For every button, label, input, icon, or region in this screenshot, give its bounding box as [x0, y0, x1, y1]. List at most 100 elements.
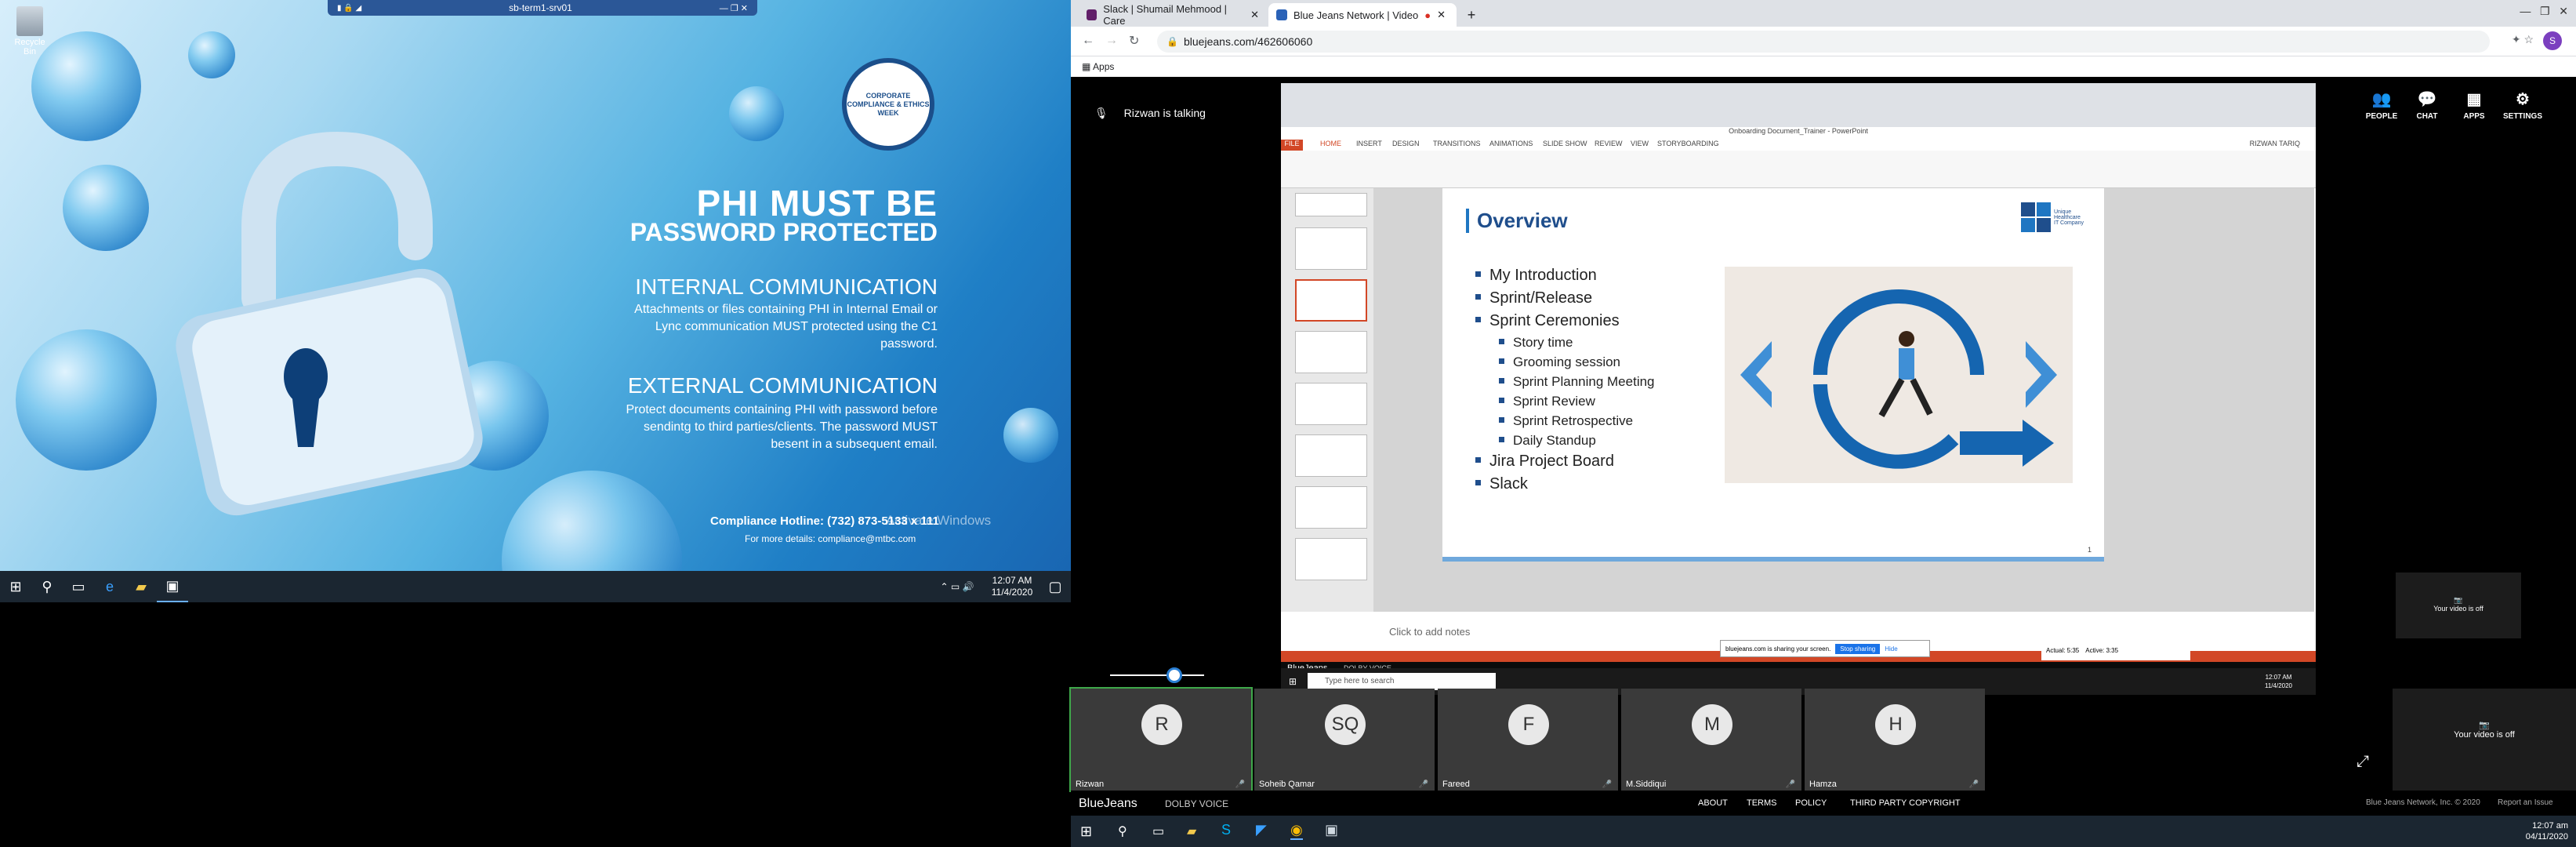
slide-bullet: Story time [1499, 335, 1573, 351]
slide-thumbnail[interactable] [1295, 331, 1367, 373]
footer-link-policy[interactable]: POLICY [1795, 798, 1827, 808]
slide-thumbnail[interactable] [1295, 383, 1367, 425]
start-icon[interactable]: ⊞ [1289, 676, 1297, 687]
participant-tile[interactable]: R Rizwan 🎤 [1069, 687, 1253, 792]
shared-clock[interactable]: 12:07 AM 11/4/2020 [2265, 673, 2292, 690]
people-icon: 👥 [2371, 91, 2392, 108]
tab-bluejeans[interactable]: Blue Jeans Network | Video ● ✕ [1268, 3, 1457, 27]
participant-tile[interactable]: SQ Soheib Qamar 🎤 [1254, 689, 1435, 791]
slide-thumbnail[interactable] [1295, 227, 1367, 270]
notification-icon[interactable]: ▢ [1039, 571, 1071, 602]
tab-slack[interactable]: Slack | Shumail Mehmood | Care ✕ [1079, 3, 1267, 27]
ribbon-tab-animations[interactable]: ANIMATIONS [1489, 140, 1533, 147]
system-tray-icons[interactable]: ⌃ ▭ 🔊 [930, 571, 985, 602]
footer-link-terms[interactable]: TERMS [1747, 798, 1777, 808]
bluejeans-meeting: 🎙 Rizwan is talking ✕ 🎤 ▭ ☎ 👥PEOPLE 💬CHA… [1069, 77, 2576, 847]
start-icon[interactable]: ⊞ [0, 571, 31, 602]
back-icon[interactable]: ← [1082, 34, 1094, 48]
remote-clock[interactable]: 12:07 AM 11/4/2020 [985, 575, 1039, 598]
volume-slider[interactable] [1110, 667, 1204, 683]
pin-icon[interactable]: ▮ 🔒 ◢ [337, 4, 361, 13]
fullscreen-icon[interactable]: ⤢ [2356, 753, 2369, 771]
ribbon-tab-design[interactable]: DESIGN [1392, 140, 1420, 147]
self-view-small: 📷 Your video is off [2396, 573, 2521, 638]
shared-time: 12:07 AM [2265, 674, 2292, 681]
file-explorer-icon[interactable]: ▰ [125, 571, 157, 602]
lock-icon: 🔒 [1166, 36, 1178, 47]
ribbon-tab-transitions[interactable]: TRANSITIONS [1433, 140, 1481, 147]
slide-page-number: 1 [2087, 546, 2092, 554]
extensions-icon[interactable]: ✦ ☆ [2512, 33, 2534, 46]
hide-banner-button[interactable]: Hide [1885, 645, 1897, 653]
ribbon-tab-view[interactable]: VIEW [1631, 140, 1649, 147]
settings-button[interactable]: ⚙ SETTINGS [2499, 89, 2546, 121]
remote-app-icon[interactable]: ▣ [157, 571, 188, 602]
sprint-cycle-illustration [1725, 267, 2073, 483]
slide-thumbnail[interactable] [1295, 434, 1367, 477]
participant-tile[interactable]: F Fareed 🎤 [1438, 689, 1618, 791]
edge-icon[interactable]: e [94, 571, 125, 602]
slide-bullet-text: My Introduction [1489, 267, 1597, 284]
reload-icon[interactable]: ↻ [1129, 33, 1139, 49]
ribbon-tab-file[interactable]: FILE [1281, 140, 1303, 151]
skype-icon[interactable]: S [1221, 822, 1231, 838]
task-view-icon[interactable]: ▭ [1152, 823, 1164, 839]
taskbar-search[interactable]: Type here to search [1308, 673, 1496, 690]
ribbon-tab-storyboarding[interactable]: STORYBOARDING [1657, 140, 1719, 147]
mic-icon: 🎤 [1785, 780, 1795, 789]
people-button[interactable]: 👥 PEOPLE [2358, 89, 2405, 121]
slide-footer-bar [1442, 557, 2104, 562]
video-off-text: Your video is off [2433, 605, 2483, 613]
footer-link-about[interactable]: ABOUT [1698, 798, 1728, 808]
participant-tile[interactable]: M M.Siddiqui 🎤 [1621, 689, 1801, 791]
stop-sharing-button[interactable]: Stop sharing [1835, 643, 1881, 654]
slide-thumbnail[interactable] [1295, 193, 1367, 216]
new-tab-button[interactable]: + [1460, 3, 1483, 27]
participant-tile[interactable]: H Hamza 🎤 [1805, 689, 1985, 791]
active-time: Active: 3:35 [2085, 646, 2119, 654]
bubble-decoration [1003, 408, 1058, 463]
slide-thumbnail[interactable] [1295, 538, 1367, 580]
chrome-icon[interactable]: ◉ [1290, 822, 1303, 840]
slide-bullet: Sprint Ceremonies [1475, 312, 1620, 330]
ribbon-tab-slideshow[interactable]: SLIDE SHOW [1543, 140, 1587, 147]
recycle-bin-label: Recycle Bin [14, 38, 45, 56]
video-off-icon: 📷 [2454, 596, 2463, 604]
bubble-decoration [502, 471, 682, 571]
forward-icon[interactable]: → [1105, 34, 1118, 48]
chat-button[interactable]: 💬 CHAT [2404, 89, 2451, 121]
remote-connection-bar[interactable]: ▮ 🔒 ◢ sb-term1-srv01 — ❐ ✕ [328, 0, 757, 16]
profile-avatar[interactable]: S [2543, 31, 2562, 50]
slide-thumbnail[interactable] [1295, 486, 1367, 529]
ribbon-tab-review[interactable]: REVIEW [1595, 140, 1623, 147]
remote-desktop-icon[interactable]: ▣ [1325, 822, 1338, 838]
file-explorer-icon[interactable]: ▰ [1187, 823, 1196, 839]
url-input[interactable]: 🔒 bluejeans.com/462606060 [1157, 31, 2490, 53]
close-icon[interactable]: ✕ [1437, 9, 1446, 21]
recycle-bin-shortcut[interactable]: Recycle Bin [8, 6, 52, 56]
search-icon[interactable]: ⚲ [31, 571, 63, 602]
task-view-icon[interactable]: ▭ [63, 571, 94, 602]
window-controls[interactable]: — ❐ ✕ [2520, 5, 2568, 18]
remote-desktop: CORPORATE COMPLIANCE & ETHICS WEEK PHI M… [0, 0, 1071, 602]
apps-bookmark[interactable]: ▦ Apps [1082, 61, 1114, 72]
vscode-icon[interactable]: ◤ [1256, 822, 1267, 838]
report-issue-link[interactable]: Report an Issue [2498, 798, 2553, 807]
slide-thumbnail[interactable] [1295, 279, 1367, 322]
slide-bullet: Daily Standup [1499, 433, 1596, 449]
host-time: 12:07 am [2532, 821, 2568, 831]
close-icon[interactable]: ✕ [1250, 9, 1259, 21]
bullet-marker [1499, 378, 1504, 384]
start-icon[interactable]: ⊞ [1080, 823, 1092, 840]
host-clock[interactable]: 12:07 am 04/11/2020 [2526, 820, 2568, 842]
volume-slider-handle[interactable] [1166, 667, 1182, 683]
footer-link-copyright[interactable]: THIRD PARTY COPYRIGHT [1850, 798, 1961, 808]
search-icon[interactable]: ⚲ [1118, 823, 1127, 839]
slide-bullet: Jira Project Board [1475, 453, 1614, 471]
window-controls[interactable]: — ❐ ✕ [720, 3, 748, 13]
ribbon-tab-insert[interactable]: INSERT [1356, 140, 1382, 147]
ribbon-tab-home[interactable]: HOME [1320, 140, 1341, 147]
slide-canvas[interactable]: Overview Unique Healthcare IT Company My… [1442, 188, 2104, 562]
slide-bullet: Sprint Planning Meeting [1499, 374, 1655, 390]
apps-button[interactable]: ▦ APPS [2451, 89, 2498, 121]
